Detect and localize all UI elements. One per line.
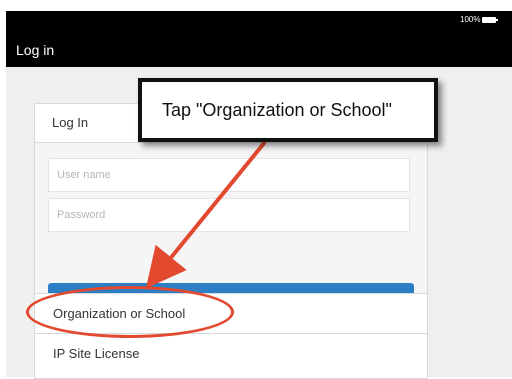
top-bar: 100% Log in (6, 11, 512, 67)
login-card-title: Log In (52, 115, 89, 130)
instruction-callout: Tap "Organization or School" (138, 78, 438, 142)
login-card: Log In Log in Organization or School IP … (34, 103, 428, 379)
instruction-callout-text: Tap "Organization or School" (162, 100, 392, 120)
login-fields-area: Log in (35, 143, 427, 322)
ip-site-license-label: IP Site License (53, 346, 140, 361)
username-input[interactable] (48, 158, 410, 192)
password-input[interactable] (48, 198, 410, 232)
page-title: Log in (16, 42, 55, 58)
battery-percentage: 100% (460, 15, 481, 24)
highlight-ellipse (26, 286, 234, 338)
ip-site-license-option[interactable]: IP Site License (35, 333, 427, 374)
battery-icon (482, 17, 498, 23)
